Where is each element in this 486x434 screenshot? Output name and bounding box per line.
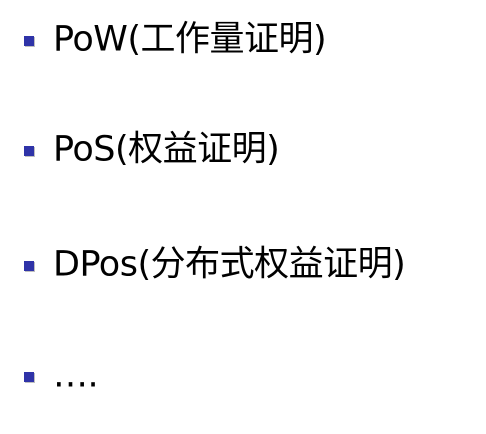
bullet-text-pos: PoS(权益证明) (53, 129, 280, 170)
square-bullet-icon (24, 372, 34, 382)
square-bullet-icon (24, 261, 34, 271)
bullet-text-pow: PoW(工作量证明) (53, 19, 327, 60)
bullet-text-dpos: DPos(分布式权益证明) (53, 244, 406, 285)
square-bullet-icon (24, 36, 34, 46)
square-bullet-icon (24, 146, 34, 156)
bullet-text-ellipsis: …. (53, 355, 99, 396)
slide: PoW(工作量证明) PoS(权益证明) DPos(分布式权益证明) …. (0, 0, 486, 434)
